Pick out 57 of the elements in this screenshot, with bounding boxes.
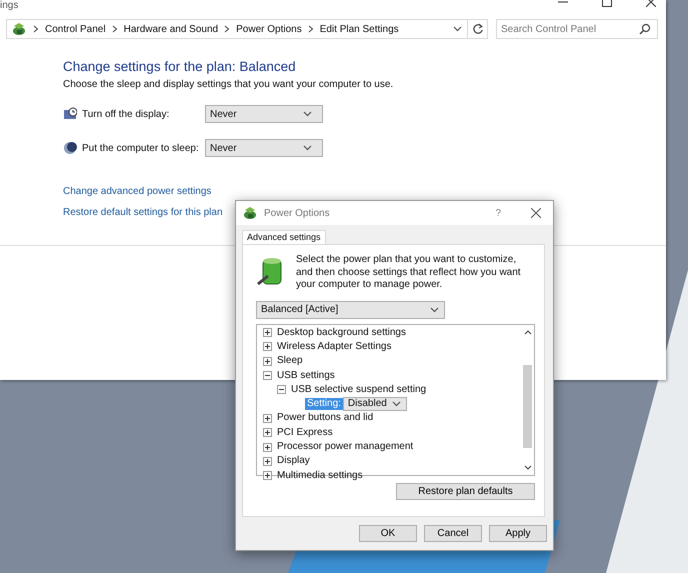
dropdown[interactable]: Never [205,105,323,123]
tree-item[interactable]: PCI Express [257,426,521,440]
search-icon [639,23,651,35]
breadcrumb-item[interactable]: Power Options [236,24,302,34]
dialog-button[interactable]: OK [359,525,417,542]
plan-dropdown[interactable]: Balanced [Active] [256,300,445,318]
breadcrumb-item[interactable]: Control Panel [45,24,106,34]
moon-icon [63,141,77,155]
dialog-button[interactable]: Cancel [424,525,482,542]
chevron-icon [33,25,39,33]
tab[interactable]: Advanced settings [242,230,326,244]
tree-item[interactable]: Sleep [257,354,521,368]
chevron-icon [112,25,118,33]
breadcrumb-item[interactable]: Edit Plan Settings [320,24,399,34]
tree-item[interactable]: Processor power management [257,440,521,454]
tree-item[interactable]: Wireless Adapter Settings [257,340,521,354]
breadcrumb-item[interactable]: Hardware and Sound [124,24,218,34]
caret-icon [302,143,313,153]
chevron-icon [224,25,230,33]
control-panel-icon [11,21,27,37]
caret-icon [302,109,313,119]
page-subheading: Choose the sleep and display settings that you want your computer to use. [63,79,394,90]
power-options-icon [242,205,258,221]
link[interactable]: Change advanced power settings [63,186,666,197]
scrollbar-thumb[interactable] [523,364,532,448]
setting-dropdown[interactable]: Disabled [342,397,407,412]
tree-item[interactable]: Desktop background settings [257,326,521,340]
page-heading: Change settings for the plan: Balanced [63,59,297,74]
setting-label: Setting: [305,398,343,410]
scroll-up-icon[interactable] [524,328,532,334]
refresh-icon [472,23,484,35]
dialog-button[interactable]: Apply [489,525,547,542]
address-bar[interactable]: Control Panel Hardware and Sound Power Options Edit Plan Settings [6,19,468,39]
caret-icon [429,304,440,314]
dialog-title: Power Options [264,208,330,218]
search-field[interactable]: Search Control Panel [496,19,658,39]
maximize-icon[interactable] [602,0,612,7]
help-button[interactable]: ? [495,208,501,218]
tree-item[interactable]: Multimedia settings [257,468,521,483]
setting-label: Turn off the display: [82,108,170,120]
setting-label: Put the computer to sleep: [82,142,200,154]
chevron-icon [308,25,314,33]
tree-item[interactable]: Display [257,454,521,468]
window-title: ings [0,0,18,11]
refresh-button[interactable] [468,19,488,39]
dropdown[interactable]: Never [205,139,323,157]
tree-item[interactable]: USB settings [257,368,521,383]
search-input[interactable]: Search Control Panel [501,24,639,34]
close-icon[interactable] [531,208,541,218]
description-text: Select the power plan that you want to customize, and then choose settings that reflect how you want your computer to manage power. [296,254,522,292]
scroll-down-icon[interactable] [524,464,532,470]
tree-item[interactable]: Power buttons and lid [257,411,521,426]
monitor-clock-icon [63,107,77,121]
tree-item[interactable]: USB selective suspend setting [257,382,521,397]
restore-defaults-button[interactable]: Restore plan defaults [396,482,535,500]
close-icon[interactable] [646,0,656,7]
dropdown-caret-icon[interactable] [452,24,463,34]
